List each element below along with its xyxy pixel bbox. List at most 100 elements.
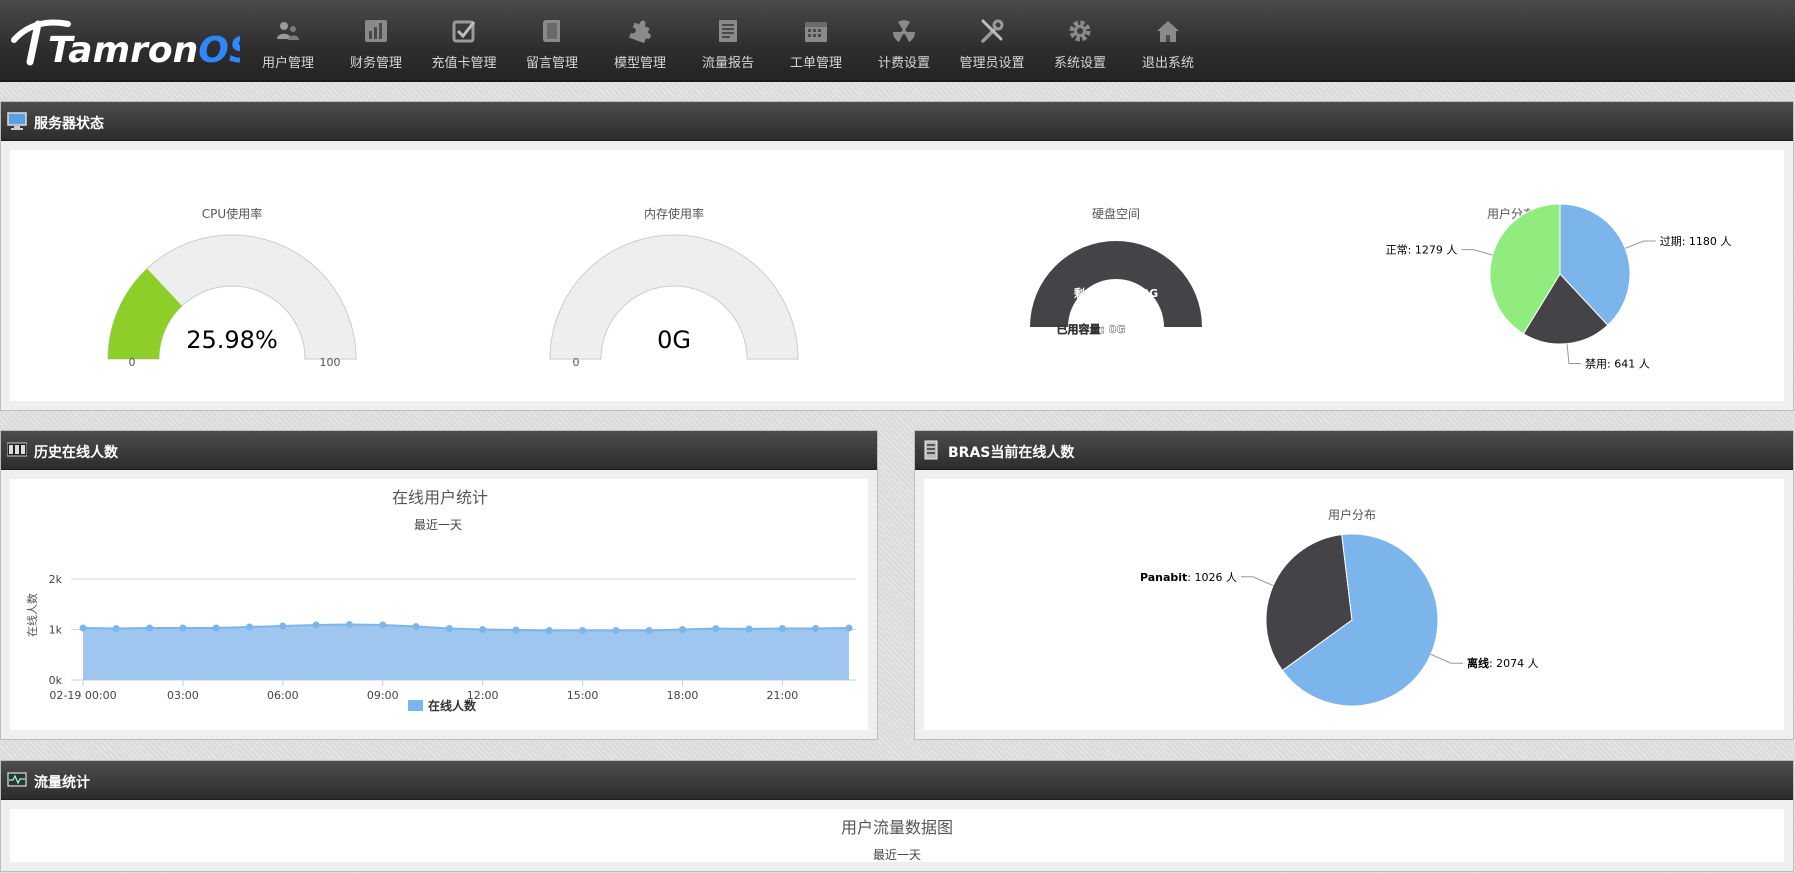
panel-header: 服务器状态 bbox=[1, 102, 1793, 141]
radiation-icon bbox=[892, 20, 916, 42]
counter-icon bbox=[7, 442, 27, 457]
chart-legend[interactable]: 在线人数 bbox=[408, 698, 477, 713]
history-online-body: 在线用户统计 最近一天 在线人数 0k 1k 2k 02-19 00:00 03:00… bbox=[10, 479, 868, 730]
traffic-chart: 用户流量数据图 最近一天 bbox=[841, 818, 953, 862]
cpu-gauge-value: 25.98% bbox=[186, 326, 278, 354]
nav-logout[interactable]: 退出系统 bbox=[1124, 0, 1212, 80]
checkbox-icon bbox=[452, 20, 476, 43]
data-point[interactable] bbox=[345, 620, 353, 628]
nav-label: 工单管理 bbox=[789, 56, 842, 71]
svg-text:TamronOS: TamronOS bbox=[48, 30, 240, 71]
bras-pie-label-value: : 1026 人 bbox=[1187, 571, 1237, 584]
data-point[interactable] bbox=[712, 624, 720, 632]
main-nav: 用户管理 财务管理 充值卡管理 留言管理 模型管理 流量报告 工单管理 计费设置… bbox=[244, 0, 1212, 80]
monitor-icon bbox=[7, 112, 27, 130]
bras-pie-label: Panabit: 1026 人 bbox=[1140, 571, 1237, 584]
panel-header: 流量统计 bbox=[1, 761, 1793, 800]
data-point[interactable] bbox=[212, 624, 220, 632]
home-icon bbox=[1157, 21, 1179, 42]
nav-billing-settings[interactable]: 计费设置 bbox=[860, 0, 948, 80]
data-point[interactable] bbox=[745, 625, 753, 633]
nav-label: 退出系统 bbox=[1141, 56, 1194, 71]
nav-label: 流量报告 bbox=[701, 56, 754, 71]
user-pie-label: 过期: 1180 人 bbox=[1660, 235, 1732, 248]
tamronos-logo[interactable]: TamronOS bbox=[8, 10, 240, 72]
bras-pie-chart: 用户分布 Panabit: 1026 人离线: 2074 人 bbox=[1140, 507, 1539, 707]
legend-swatch bbox=[408, 700, 423, 711]
nav-recharge-card-management[interactable]: 充值卡管理 bbox=[420, 0, 508, 80]
bras-pie-label-name: 离线 bbox=[1467, 656, 1489, 670]
memory-gauge-value: 0G bbox=[657, 326, 691, 354]
data-point[interactable] bbox=[645, 627, 653, 635]
data-point[interactable] bbox=[612, 627, 620, 635]
book-icon bbox=[543, 20, 560, 42]
memory-gauge-title: 内存使用率 bbox=[644, 206, 704, 221]
logo-suffix-text: OS bbox=[198, 30, 240, 71]
bras-online-panel: BRAS当前在线人数 用户分布 Panabit: 1026 人离线: 2074 … bbox=[914, 430, 1794, 740]
data-point[interactable] bbox=[146, 624, 154, 632]
data-point[interactable] bbox=[812, 624, 820, 632]
data-point[interactable] bbox=[312, 621, 320, 629]
bras-pie-label: 离线: 2074 人 bbox=[1467, 656, 1539, 670]
legend-label: 在线人数 bbox=[428, 698, 477, 713]
panel-title: 服务器状态 bbox=[34, 116, 104, 132]
nav-ticket-management[interactable]: 工单管理 bbox=[772, 0, 860, 80]
nav-traffic-report[interactable]: 流量报告 bbox=[684, 0, 772, 80]
disk-remaining-arc bbox=[1030, 241, 1202, 327]
nav-model-management[interactable]: 模型管理 bbox=[596, 0, 684, 80]
x-tick-label: 21:00 bbox=[767, 689, 799, 702]
cpu-gauge-title: CPU使用率 bbox=[202, 206, 262, 221]
server-status-charts: CPU使用率 25.98% 0 100 内存使用率 0G 0 硬盘空间 剩余容量… bbox=[107, 203, 1732, 371]
panel-header: 历史在线人数 bbox=[1, 431, 877, 470]
panel-title: BRAS当前在线人数 bbox=[948, 445, 1075, 461]
pie-connector bbox=[1566, 343, 1582, 365]
data-point[interactable] bbox=[112, 624, 120, 632]
tools-icon bbox=[981, 19, 1004, 43]
nav-message-management[interactable]: 留言管理 bbox=[508, 0, 596, 80]
nav-finance-management[interactable]: 财务管理 bbox=[332, 0, 420, 80]
online-users-area bbox=[83, 624, 849, 680]
data-point[interactable] bbox=[778, 624, 786, 632]
panel-header: BRAS当前在线人数 bbox=[915, 431, 1793, 470]
traffic-stats-panel: 流量统计 用户流量数据图 最近一天 bbox=[0, 760, 1794, 872]
data-point[interactable] bbox=[579, 627, 587, 635]
x-tick-label: 18:00 bbox=[667, 689, 699, 702]
logo-main-text: Tamron bbox=[48, 30, 198, 71]
x-tick-label: 06:00 bbox=[267, 689, 299, 702]
y-axis-label: 在线人数 bbox=[25, 593, 39, 637]
data-point[interactable] bbox=[479, 626, 487, 633]
data-point[interactable] bbox=[279, 622, 287, 630]
data-point[interactable] bbox=[845, 624, 853, 632]
nav-user-management[interactable]: 用户管理 bbox=[244, 0, 332, 80]
calendar-icon bbox=[805, 22, 827, 42]
data-point[interactable] bbox=[179, 624, 187, 632]
nav-label: 系统设置 bbox=[1053, 56, 1106, 71]
bar-chart-icon bbox=[365, 20, 387, 42]
data-point[interactable] bbox=[412, 622, 420, 630]
nav-admin-settings[interactable]: 管理员设置 bbox=[948, 0, 1036, 80]
y-tick-label: 2k bbox=[49, 573, 63, 586]
disk-used-label: 已用容量: 0G bbox=[1057, 322, 1126, 336]
data-point[interactable] bbox=[379, 621, 387, 629]
data-point[interactable] bbox=[246, 623, 254, 631]
memory-gauge: 内存使用率 0G 0 bbox=[549, 206, 799, 369]
online-users-chart: 在线用户统计 最近一天 在线人数 0k 1k 2k 02-19 00:00 03:00… bbox=[25, 488, 856, 713]
x-tick-label: 09:00 bbox=[367, 689, 399, 702]
data-point[interactable] bbox=[545, 627, 553, 635]
user-pie-label: 禁用: 641 人 bbox=[1585, 358, 1650, 371]
chart-title: 在线用户统计 bbox=[392, 488, 488, 507]
data-point[interactable] bbox=[512, 626, 520, 634]
bras-online-body: 用户分布 Panabit: 1026 人离线: 2074 人 bbox=[924, 479, 1784, 730]
cpu-gauge-max: 100 bbox=[320, 356, 341, 369]
traffic-chart-title: 用户流量数据图 bbox=[841, 818, 953, 837]
user-pie-label: 正常: 1279 人 bbox=[1386, 244, 1458, 257]
server-status-panel: 服务器状态 CPU使用率 25.98% 0 100 内存使用率 0G 0 硬盘空… bbox=[0, 101, 1794, 411]
data-point[interactable] bbox=[678, 626, 686, 633]
panel-title: 流量统计 bbox=[34, 775, 90, 791]
panel-title: 历史在线人数 bbox=[34, 445, 118, 461]
gear-icon bbox=[1069, 20, 1091, 42]
cpu-gauge: CPU使用率 25.98% 0 100 bbox=[107, 206, 357, 369]
data-point[interactable] bbox=[79, 624, 87, 632]
data-point[interactable] bbox=[445, 624, 453, 632]
nav-system-settings[interactable]: 系统设置 bbox=[1036, 0, 1124, 80]
